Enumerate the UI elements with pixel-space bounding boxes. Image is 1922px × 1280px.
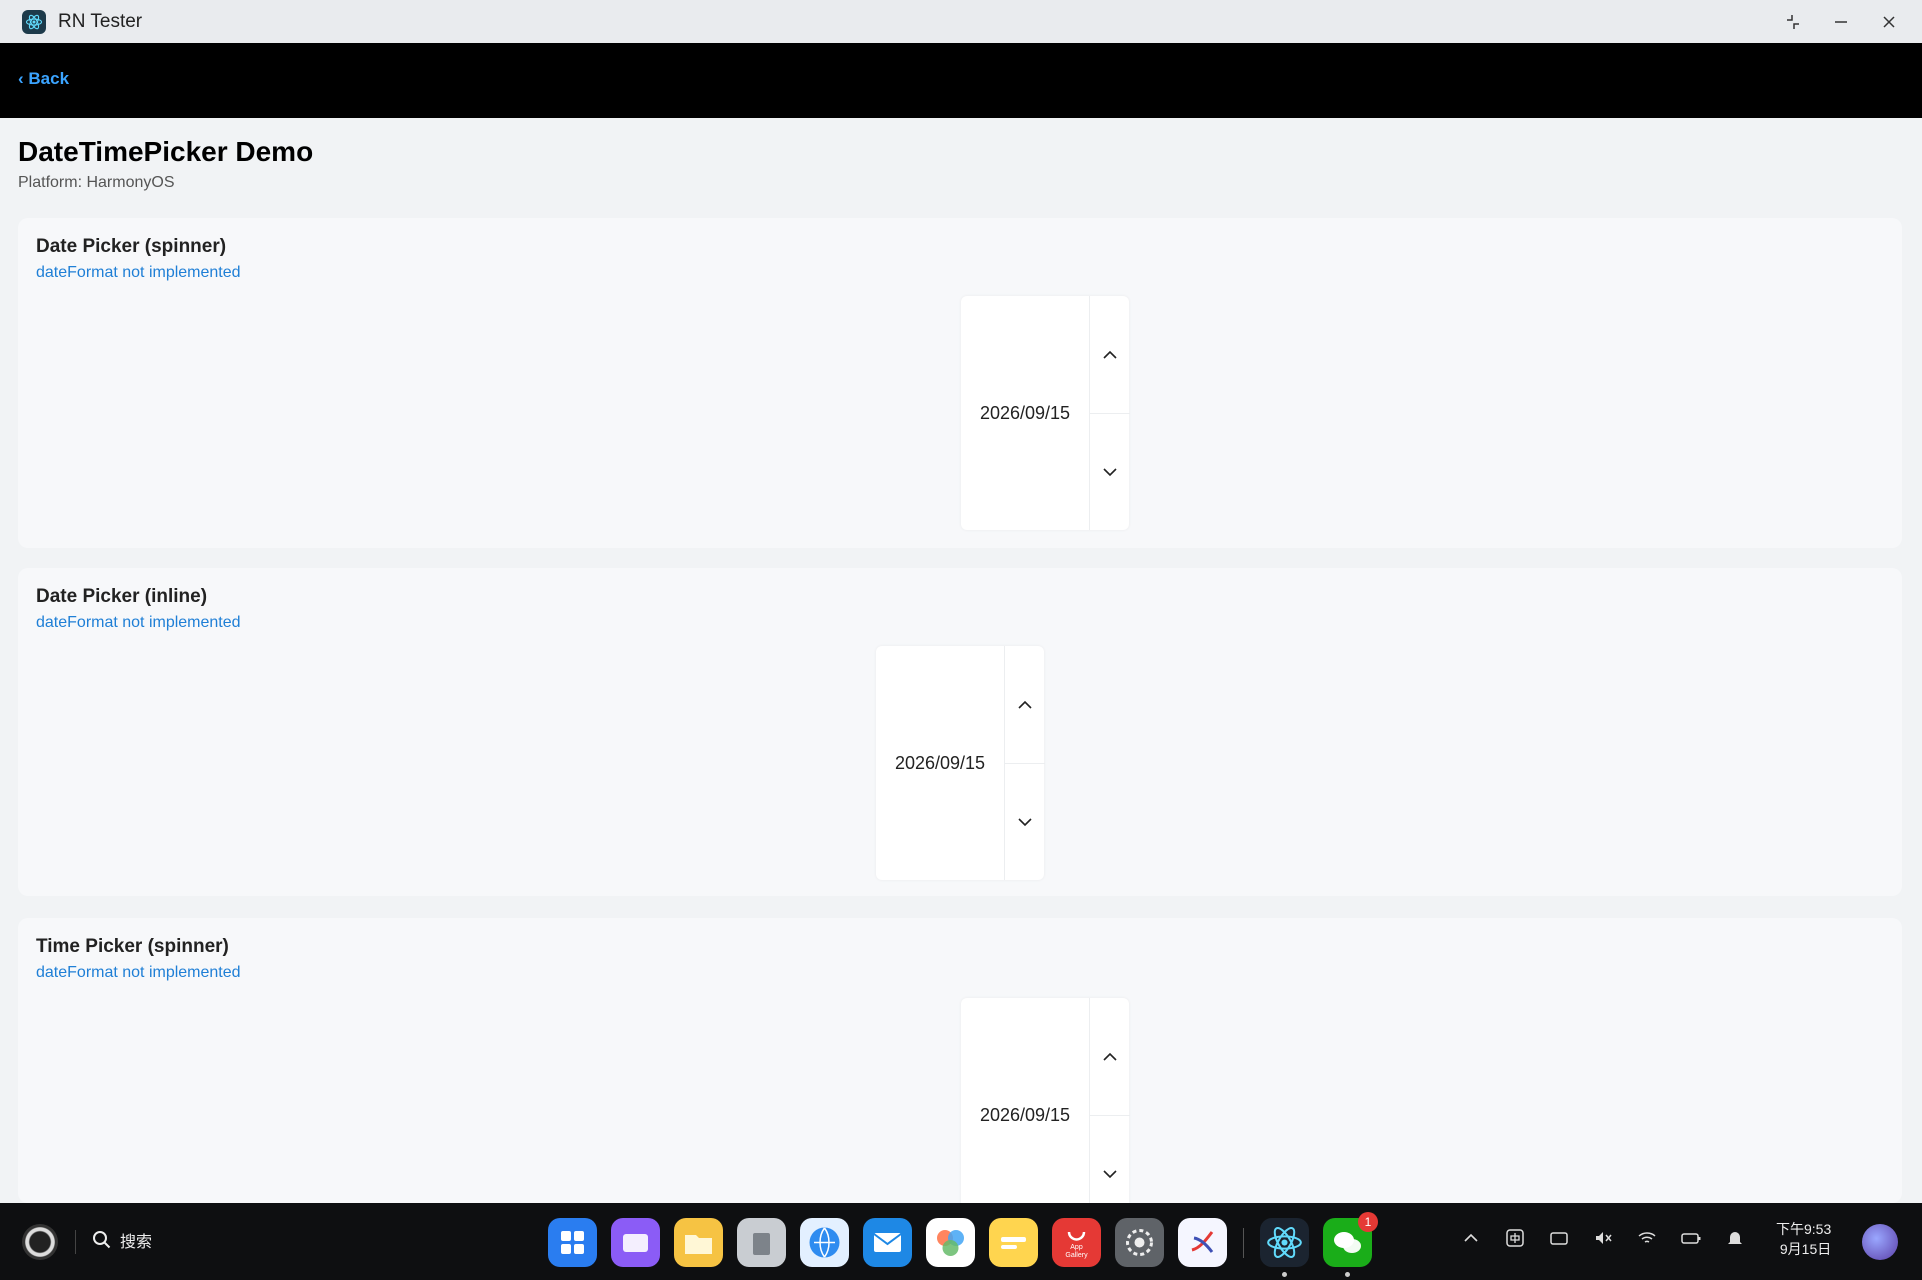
start-button[interactable] [22,1224,58,1260]
chevron-up-icon[interactable] [1460,1227,1482,1249]
notes-icon[interactable] [989,1218,1038,1267]
clock-date: 9月15日 [1779,1241,1832,1257]
photos-icon[interactable] [926,1218,975,1267]
bell-icon[interactable] [1724,1227,1746,1249]
restore-icon[interactable] [1784,13,1802,31]
notification-badge: 1 [1358,1212,1378,1232]
chevron-up-icon[interactable] [1090,998,1130,1116]
section-note: dateFormat not implemented [36,264,241,281]
taskbar-divider [75,1230,76,1254]
input-method-icon[interactable] [1504,1227,1526,1249]
volume-muted-icon[interactable] [1592,1227,1614,1249]
picker-stepper [1004,646,1045,880]
date-picker-spinner[interactable]: 2026/09/15 [961,296,1130,530]
app-gallery-icon[interactable]: App Gallery [1052,1218,1101,1267]
picker-stepper [1089,998,1130,1203]
browser-icon[interactable] [800,1218,849,1267]
running-indicator [1282,1272,1287,1277]
user-avatar[interactable] [1862,1224,1898,1260]
clock-time: 下午9:53 [1776,1221,1832,1237]
date-picker-inline-card: Date Picker (inline) dateFormat not impl… [18,568,1902,896]
section-title: Date Picker (spinner) [36,236,227,257]
svg-text:Gallery: Gallery [1065,1252,1088,1259]
dock: App Gallery 1 [548,1212,1378,1277]
window-title-bar: RN Tester [0,0,1922,43]
search-icon [93,1231,111,1249]
dock-separator [1243,1228,1244,1258]
section-title: Date Picker (inline) [36,586,208,607]
picker-stepper [1089,296,1130,530]
battery-icon[interactable] [1680,1227,1702,1249]
time-picker-spinner[interactable]: 2026/09/15 [961,998,1130,1203]
search-label: 搜索 [120,1234,153,1251]
chevron-down-icon[interactable] [1090,1115,1130,1203]
date-picker-spinner-card: Date Picker (spinner) dateFormat not imp… [18,218,1902,548]
chevron-down-icon[interactable] [1005,763,1045,880]
picker-value[interactable]: 2026/09/15 [961,998,1089,1203]
taskbar: 搜索 App Gallery 1 下午9:53 9月15日 [0,1203,1922,1280]
page-title: DateTimePicker Demo [18,136,314,167]
wechat-icon[interactable]: 1 [1323,1212,1378,1277]
section-note: dateFormat not implemented [36,614,241,631]
settings-icon[interactable] [1115,1218,1164,1267]
taskbar-clock[interactable]: 下午9:53 9月15日 [1776,1219,1831,1259]
time-picker-spinner-card: Time Picker (spinner) dateFormat not imp… [18,918,1902,1203]
minimize-icon[interactable] [1832,13,1850,31]
svg-text:App: App [1070,1244,1083,1251]
app-center-icon[interactable] [548,1218,597,1267]
react-icon[interactable] [1260,1218,1309,1277]
taskbar-search[interactable]: 搜索 [92,1228,152,1252]
picker-value[interactable]: 2026/09/15 [961,296,1089,530]
section-note: dateFormat not implemented [36,964,241,981]
multitask-icon[interactable] [611,1218,660,1267]
trash-icon[interactable] [737,1218,786,1267]
keyboard-icon[interactable] [1548,1227,1570,1249]
chevron-up-icon[interactable] [1090,296,1130,414]
react-app-icon [22,9,46,34]
editor-icon[interactable] [1178,1218,1227,1267]
date-picker-inline[interactable]: 2026/09/15 [876,646,1045,880]
mail-icon[interactable] [863,1218,912,1267]
running-indicator [1345,1272,1350,1277]
system-tray [1460,1227,1746,1249]
close-icon[interactable] [1880,13,1898,31]
platform-label: Platform: HarmonyOS [18,174,175,191]
wifi-icon[interactable] [1636,1227,1658,1249]
files-icon[interactable] [674,1218,723,1267]
section-title: Time Picker (spinner) [36,936,229,957]
window-title: RN Tester [58,10,143,32]
nav-header: ‹ Back [0,43,1922,118]
chevron-down-icon[interactable] [1090,413,1130,530]
back-button[interactable]: ‹ Back [18,69,69,89]
picker-value[interactable]: 2026/09/15 [876,646,1004,880]
chevron-up-icon[interactable] [1005,646,1045,764]
